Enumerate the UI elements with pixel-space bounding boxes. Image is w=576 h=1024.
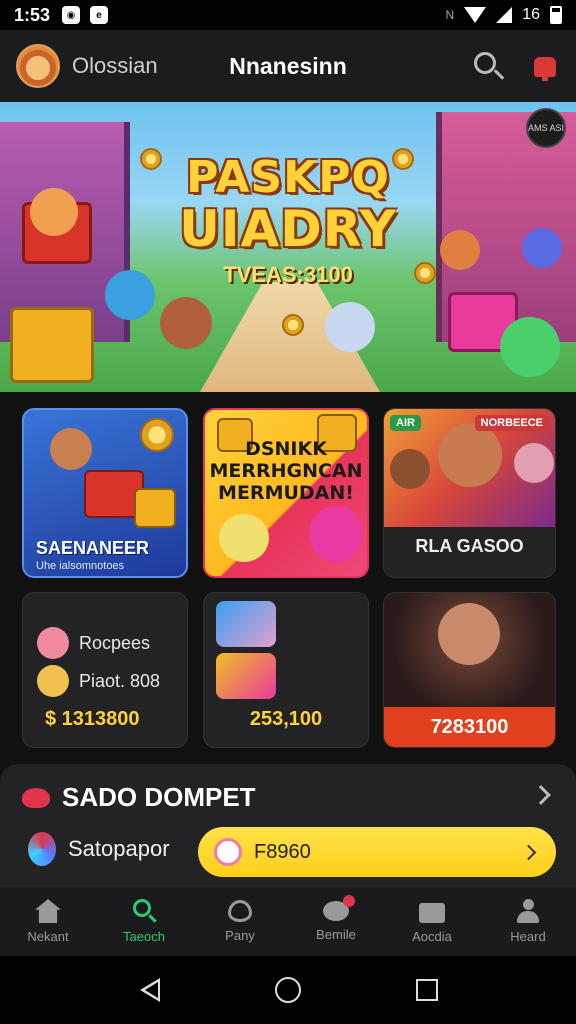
chevron-right-icon [520,844,537,860]
nav-item-shop[interactable]: Aocdia [384,887,480,956]
card6-artwork [384,593,555,709]
woman-portrait [438,603,500,665]
promo-card-1[interactable]: SAENANEER Uhe ialsomnotoes [22,408,188,578]
avatar[interactable] [16,44,60,88]
home-icon [35,899,61,923]
battery-icon [550,6,562,24]
banner-title-line2: UIADRY [179,200,397,258]
reward-item-2: Piaot. 808 [37,665,160,697]
green-character [500,317,560,377]
reward-item-1: Rocpees [37,627,150,659]
smiley-icon [37,665,69,697]
location-pin-icon [28,832,56,866]
cat-character [325,302,375,352]
bear-character [160,297,212,349]
yellow-gift-box [10,307,94,383]
card3-tag-right: NORBEECE [474,415,549,431]
chevron-right-icon[interactable] [531,785,551,805]
person-icon [515,899,541,923]
bag-icon [419,903,445,923]
gift-box [134,488,176,528]
card1-subtitle: Uhe ialsomnotoes [36,560,125,572]
woman-character-left [390,449,430,489]
nav-item-search[interactable]: Taeoch [96,887,192,956]
wallet-row: Satopapor [28,832,170,866]
card3-label: RLA GASOO [415,536,524,556]
woman-character [438,423,502,487]
reward-card[interactable]: Rocpees Piaot. 808 $ 1313800 [22,592,188,748]
wallet-header[interactable]: SADO DOMPET [22,782,256,813]
peach-icon [37,627,69,659]
search-icon [131,899,157,923]
search-button[interactable] [468,46,508,86]
chat-icon [323,895,355,921]
wallet-row-label: Satopapor [68,836,170,861]
game-tile-2 [216,653,276,699]
woman-character-right [514,443,554,483]
app-notification-icon: e [90,6,109,24]
nfc-icon: N [445,8,455,22]
game-card[interactable]: 253,100 [203,592,369,748]
home-button[interactable] [274,977,301,1003]
banner-title-line1: PASKPQ [186,152,390,203]
heart-icon [228,900,252,922]
recents-button[interactable] [416,979,439,1001]
coin-icon [282,314,304,336]
status-right: N 16 [446,6,562,24]
wallet-pill-text: F8960 [254,840,311,863]
wifi-icon [464,7,487,23]
promo-card-3[interactable]: AIR NORBEECE RLA GASOO [383,408,556,578]
notification-icon: ◉ [62,6,81,24]
banner-corner-badge[interactable]: AMS ASI [526,108,566,148]
coin-icon [140,418,174,452]
status-bar: 1:53 ◉ e N 16 [0,0,576,30]
promo-card-2[interactable]: DSNIKK MERRHGNCAN MERMUDAN! [203,408,369,578]
back-button[interactable] [138,978,160,1002]
system-navigation [0,956,576,1024]
nav-item-messages[interactable]: Bemile [288,887,384,956]
game-tile-1 [216,601,276,647]
card1-title: SAENANEER [36,538,150,558]
notification-dot [343,895,355,907]
wallet-section: SADO DOMPET Satopapor F8960 [0,764,576,886]
wallet-title: SADO DOMPET [62,782,256,812]
nav-item-home[interactable]: Nekant [0,887,96,956]
nav-item-favorites[interactable]: Pany [192,887,288,956]
wallet-pill-button[interactable]: F8960 [198,827,556,877]
bottom-nav: Nekant Taeoch Pany Bemile Aocdia Heard [0,886,576,956]
signal-icon [496,7,513,23]
card3-tag-left: AIR [390,415,421,431]
hero-banner[interactable]: PASKPQ UIADRY TVEAS:3100 AMS ASI [0,102,576,392]
card4-price: $ 1313800 [45,708,140,730]
gift-button[interactable] [530,51,560,81]
battery-percent: 16 [522,6,540,23]
wallet-icon [22,787,50,808]
boy-character [50,428,92,470]
status-time: 1:53 [14,4,51,25]
banner-subtitle: TVEAS:3100 [223,262,353,287]
pink-character [309,506,363,562]
card2-text: DSNIKK MERRHGNCAN MERMUDAN! [209,438,363,504]
coin-icon [214,838,242,866]
username: Olossian [72,53,158,78]
card6-price: 7283100 [384,707,555,747]
yellow-character [219,514,269,562]
app-header: Olossian Nnanesinn [0,30,576,102]
card5-price: 253,100 [249,708,323,730]
featured-card[interactable]: 7283100 [383,592,556,748]
nav-item-profile[interactable]: Heard [480,887,576,956]
